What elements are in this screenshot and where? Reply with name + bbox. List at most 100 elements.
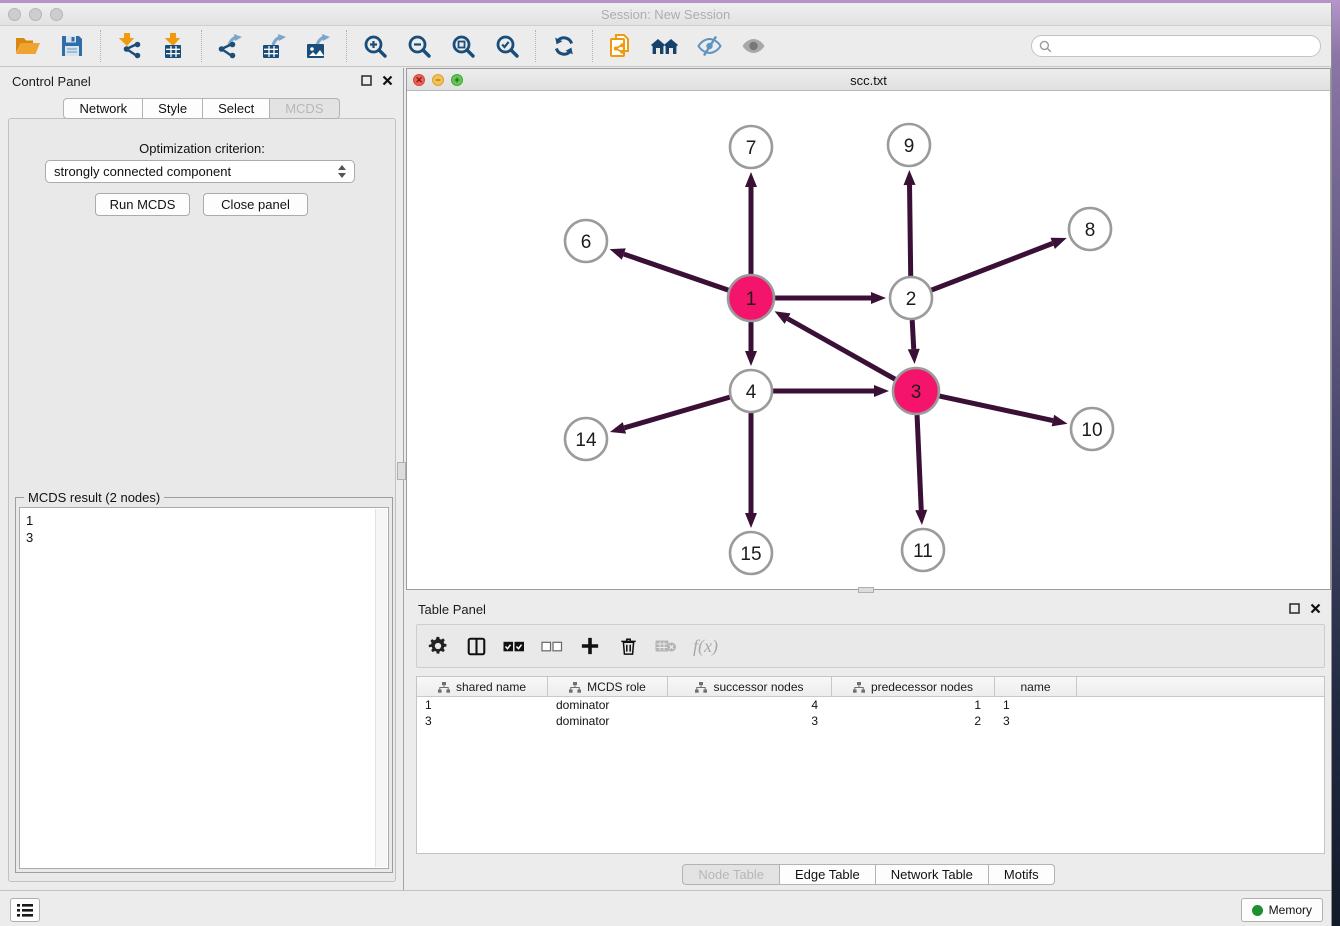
- delete-row-button[interactable]: [617, 633, 639, 659]
- close-panel-icon[interactable]: [382, 75, 393, 86]
- delete-table-button[interactable]: [655, 633, 677, 659]
- import-network-button[interactable]: [107, 27, 151, 65]
- table-cell[interactable]: dominator: [548, 697, 668, 713]
- tab-select[interactable]: Select: [203, 98, 270, 119]
- trash-icon: [620, 637, 637, 656]
- graph-edge-4-14[interactable]: [624, 397, 729, 428]
- column-header-successor-nodes[interactable]: successor nodes: [668, 677, 832, 697]
- table-cell[interactable]: 4: [668, 697, 832, 713]
- close-panel-button[interactable]: Close panel: [203, 193, 308, 216]
- zoom-in-button[interactable]: [353, 27, 397, 65]
- float-panel-icon[interactable]: [361, 75, 372, 86]
- tab-mcds[interactable]: MCDS: [270, 98, 339, 119]
- graph-edge-3-10[interactable]: [939, 396, 1052, 420]
- open-folder-icon: [15, 36, 41, 56]
- graph-node-9[interactable]: 9: [888, 124, 930, 166]
- search-field[interactable]: [1031, 35, 1321, 57]
- sort-hierarchy-icon: [438, 682, 450, 693]
- select-all-button[interactable]: [503, 633, 525, 659]
- vertical-splitter-grip[interactable]: [397, 462, 406, 480]
- application-window: Session: New Session: [0, 3, 1332, 926]
- graph-edge-3-1[interactable]: [788, 319, 896, 380]
- deselect-all-button[interactable]: [541, 633, 563, 659]
- fx-icon: f(x): [693, 636, 718, 657]
- memory-button[interactable]: Memory: [1241, 898, 1323, 922]
- graph-edge-1-6[interactable]: [624, 254, 729, 290]
- zoom-in-icon: [363, 34, 388, 59]
- graph-edge-arrowhead: [874, 385, 889, 397]
- graph-edge-2-8[interactable]: [932, 243, 1053, 290]
- graph-edge-2-9[interactable]: [910, 185, 911, 276]
- run-mcds-button[interactable]: Run MCDS: [95, 193, 190, 216]
- graph-node-1[interactable]: 1: [728, 275, 774, 321]
- hide-panel-button[interactable]: [687, 27, 731, 65]
- horizontal-splitter-grip[interactable]: [858, 587, 874, 593]
- toolbar-separator: [346, 30, 347, 62]
- result-scrollbar[interactable]: [375, 509, 387, 867]
- table-cell[interactable]: 1: [832, 697, 995, 713]
- search-input[interactable]: [1052, 37, 1320, 55]
- graph-node-label: 7: [746, 138, 757, 159]
- table-cell[interactable]: 3: [995, 713, 1077, 729]
- column-header-MCDS-role[interactable]: MCDS role: [548, 677, 668, 697]
- window-titlebar[interactable]: Session: New Session: [0, 3, 1331, 26]
- save-session-button[interactable]: [50, 27, 94, 65]
- table-cell[interactable]: dominator: [548, 713, 668, 729]
- zoom-out-button[interactable]: [397, 27, 441, 65]
- graph-node-2[interactable]: 2: [890, 277, 932, 319]
- function-builder-button[interactable]: f(x): [693, 633, 718, 659]
- table-cell[interactable]: 3: [668, 713, 832, 729]
- graph-node-label: 10: [1081, 420, 1102, 441]
- tab-style[interactable]: Style: [143, 98, 203, 119]
- table-settings-button[interactable]: [427, 633, 449, 659]
- graph-node-8[interactable]: 8: [1069, 208, 1111, 250]
- graph-node-11[interactable]: 11: [902, 529, 944, 571]
- table-tab-node-table[interactable]: Node Table: [682, 864, 780, 885]
- table-row[interactable]: 1dominator411: [417, 697, 1324, 713]
- tab-network[interactable]: Network: [63, 98, 143, 119]
- open-session-button[interactable]: [6, 27, 50, 65]
- mcds-result-box[interactable]: 1 3: [19, 507, 389, 869]
- column-header-name[interactable]: name: [995, 677, 1077, 697]
- graph-node-10[interactable]: 10: [1071, 408, 1113, 450]
- column-header-shared-name[interactable]: shared name: [417, 677, 548, 697]
- show-panel-button[interactable]: [731, 27, 775, 65]
- float-table-panel-icon[interactable]: [1289, 603, 1300, 614]
- network-window-titlebar[interactable]: ✕ − + scc.txt: [407, 69, 1330, 91]
- sort-hierarchy-icon: [569, 682, 581, 693]
- graph-edge-arrowhead: [745, 513, 757, 528]
- graph-node-14[interactable]: 14: [565, 418, 607, 460]
- zoom-selected-button[interactable]: [485, 27, 529, 65]
- import-table-button[interactable]: [151, 27, 195, 65]
- eye-icon: [741, 35, 766, 57]
- table-tab-network-table[interactable]: Network Table: [876, 864, 989, 885]
- table-cell[interactable]: 2: [832, 713, 995, 729]
- graph-node-15[interactable]: 15: [730, 532, 772, 574]
- export-image-button[interactable]: [296, 27, 340, 65]
- export-network-button[interactable]: [208, 27, 252, 65]
- table-row[interactable]: 3dominator323: [417, 713, 1324, 729]
- show-columns-button[interactable]: [465, 633, 487, 659]
- table-cell[interactable]: 1: [995, 697, 1077, 713]
- show-home-view-button[interactable]: [643, 27, 687, 65]
- zoom-fit-button[interactable]: [441, 27, 485, 65]
- close-table-panel-icon[interactable]: [1310, 603, 1321, 614]
- criterion-dropdown[interactable]: strongly connected component: [45, 160, 355, 183]
- clone-network-button[interactable]: [599, 27, 643, 65]
- graph-edge-3-11[interactable]: [917, 415, 921, 510]
- table-tab-motifs[interactable]: Motifs: [989, 864, 1055, 885]
- apply-layout-button[interactable]: [542, 27, 586, 65]
- graph-node-4[interactable]: 4: [730, 370, 772, 412]
- graph-edge-2-3[interactable]: [912, 320, 914, 349]
- table-tab-edge-table[interactable]: Edge Table: [780, 864, 876, 885]
- add-row-button[interactable]: [579, 633, 601, 659]
- graph-node-7[interactable]: 7: [730, 126, 772, 168]
- table-cell[interactable]: 3: [417, 713, 548, 729]
- network-canvas[interactable]: 7 9 6 8 1 2 4 3 14 10 15 11: [407, 91, 1330, 589]
- column-header-predecessor-nodes[interactable]: predecessor nodes: [832, 677, 995, 697]
- graph-node-6[interactable]: 6: [565, 220, 607, 262]
- export-table-button[interactable]: [252, 27, 296, 65]
- task-history-button[interactable]: [10, 898, 40, 922]
- graph-node-3[interactable]: 3: [893, 368, 939, 414]
- table-cell[interactable]: 1: [417, 697, 548, 713]
